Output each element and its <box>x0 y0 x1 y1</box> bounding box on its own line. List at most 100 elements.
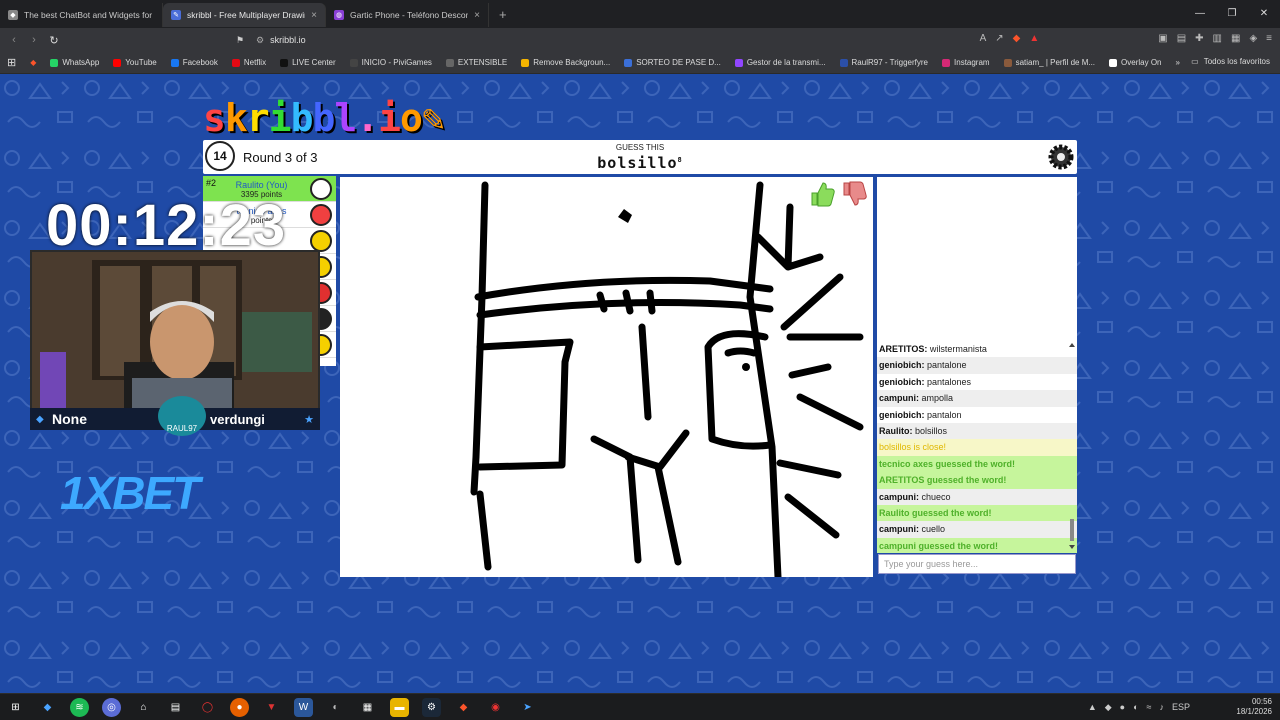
bookmark-item[interactable]: INICIO - PiviGames <box>343 58 439 67</box>
file-explorer-icon[interactable]: ▬ <box>390 698 409 717</box>
windows-start-icon[interactable]: ⊞ <box>6 698 25 717</box>
word-icon[interactable]: W <box>294 698 313 717</box>
chat-scrollbar[interactable] <box>1069 343 1075 549</box>
bookmark-item[interactable]: Remove Backgroun... <box>514 58 617 67</box>
tab-skribbl[interactable]: ✎ skribbl - Free Multiplayer Drawin × <box>163 3 326 27</box>
bookmark-label: WhatsApp <box>62 58 100 67</box>
thumbs-down-icon[interactable] <box>840 180 868 208</box>
bookmark-icon[interactable]: ⚑ <box>236 35 244 46</box>
close-window-icon[interactable]: ✕ <box>1248 0 1280 26</box>
webcam-nameplate: ◆ None RAUL97 verdungi ★ <box>30 396 320 436</box>
bookmark-item[interactable]: SORTEO DE PASE D... <box>617 58 728 67</box>
reload-icon[interactable]: ↻ <box>44 34 64 47</box>
settings-gear-icon[interactable] <box>1047 143 1075 171</box>
tray-icon[interactable]: ● <box>1120 702 1125 713</box>
close-tab-icon[interactable]: × <box>474 10 480 21</box>
guess-input[interactable]: Type your guess here... <box>878 554 1076 574</box>
chat-user: campuni: <box>879 393 920 404</box>
wallet-icon[interactable]: ▦ <box>1231 33 1240 44</box>
app-icon[interactable]: ▤ <box>166 698 185 717</box>
bookmark-item[interactable]: Overlay On <box>1102 58 1168 67</box>
rewards-icon[interactable]: ▲ <box>1029 33 1039 44</box>
tray-icon[interactable]: ◆ <box>1105 702 1112 713</box>
restore-icon[interactable]: ❐ <box>1216 0 1248 26</box>
brave-shield-icon[interactable]: ◆ <box>1013 33 1021 44</box>
nameplate-right: verdungi <box>210 411 265 427</box>
bookmark-item[interactable]: Gestor de la transmi... <box>728 58 833 67</box>
url-field[interactable]: ⚑ ⚙ skribbl.io <box>236 32 976 48</box>
bookmark-label: satiam_ | Perfil de M... <box>1015 58 1096 67</box>
bookmark-item[interactable]: YouTube <box>106 58 163 67</box>
bookmark-item[interactable]: Instagram <box>935 58 997 67</box>
firefox-icon[interactable]: ● <box>230 698 249 717</box>
volume-icon[interactable]: ♪ <box>1159 702 1164 713</box>
app-icon[interactable]: ◆ <box>38 698 57 717</box>
app-icon[interactable]: ◐ <box>326 698 345 717</box>
translate-icon[interactable]: A <box>980 33 987 44</box>
bookmark-item[interactable]: LIVE Center <box>273 58 343 67</box>
more-bookmarks-button[interactable]: » <box>1169 58 1187 67</box>
skribbl-logo: skribbl.io✎ <box>203 96 445 140</box>
tab-chatbot[interactable]: ◆ The best ChatBot and Widgets for Ki <box>0 3 163 27</box>
puzzle-icon[interactable]: ✚ <box>1195 33 1203 44</box>
app-icon[interactable]: ➤ <box>518 698 537 717</box>
site-info-icon[interactable]: ⚙ <box>256 35 264 46</box>
bookmark-label: INICIO - PiviGames <box>361 58 432 67</box>
drawing-strokes <box>470 181 864 581</box>
bookmark-favicon-icon <box>1003 58 1012 67</box>
back-icon[interactable]: ‹ <box>4 34 24 46</box>
forward-icon[interactable]: › <box>24 34 44 46</box>
bookmark-item[interactable]: Netflix <box>225 58 273 67</box>
brave-icon[interactable]: ◆ <box>23 58 43 67</box>
chat-user: campuni: <box>879 524 920 535</box>
tab-gartic[interactable]: ◍ Gartic Phone - Teléfono Descompue × <box>326 3 489 27</box>
clock-date: 18/1/2026 <box>1236 707 1272 716</box>
webcam-feed <box>30 250 320 416</box>
tab-title: skribbl - Free Multiplayer Drawin <box>187 10 306 20</box>
language-indicator[interactable]: ESP <box>1172 702 1190 713</box>
bookmark-item[interactable]: RaulR97 - Triggerfyre <box>833 58 935 67</box>
spotify-icon[interactable]: ≋ <box>70 698 89 717</box>
wifi-icon[interactable]: ≈ <box>1147 702 1152 713</box>
bookmark-item[interactable]: EXTENSIBLE <box>439 58 514 67</box>
brave-taskbar-icon[interactable]: ◆ <box>454 698 473 717</box>
chrome-icon[interactable]: ◎ <box>102 698 121 717</box>
apps-icon[interactable]: ⊞ <box>0 56 23 69</box>
bookmark-favicon-icon <box>280 58 289 67</box>
steam-icon[interactable]: ⚙ <box>422 698 441 717</box>
bookmark-favicon-icon <box>445 58 454 67</box>
all-favorites[interactable]: ▭ Todos los favoritos <box>1191 57 1270 66</box>
calculator-icon[interactable]: ▦ <box>358 698 377 717</box>
bookmark-item[interactable]: satiam_ | Perfil de M... <box>997 58 1102 67</box>
tray-icon[interactable]: ◐ <box>1133 702 1138 713</box>
close-tab-icon[interactable]: × <box>311 10 317 21</box>
clock[interactable]: 00:56 18/1/2026 <box>1236 697 1272 717</box>
share-icon[interactable]: ↗ <box>995 33 1003 44</box>
tray-icon[interactable]: ▲ <box>1088 702 1097 713</box>
vpn-icon[interactable]: ◈ <box>1249 33 1257 44</box>
bookmark-label: RaulR97 - Triggerfyre <box>851 58 929 67</box>
chat-message: campuni: ampolla <box>877 390 1077 407</box>
clock-time: 00:56 <box>1251 697 1272 706</box>
minimize-icon[interactable]: — <box>1184 0 1216 26</box>
chat-panel: ARETITOS: wilstermanista geniobich: panta… <box>877 341 1077 553</box>
drawing-canvas[interactable] <box>340 177 873 581</box>
opera-icon[interactable]: ◯ <box>198 698 217 717</box>
menu-icon[interactable]: ≡ <box>1266 33 1272 44</box>
app-icon[interactable]: ⌂ <box>134 698 153 717</box>
thumbs-up-icon[interactable] <box>808 180 836 208</box>
chat-user: Raulito: <box>879 425 913 436</box>
bookmark-item[interactable]: WhatsApp <box>43 58 106 67</box>
url-text: skribbl.io <box>270 35 306 45</box>
app-icon[interactable]: ▼ <box>262 698 281 717</box>
chat-message: ARETITOS guessed the word! <box>877 472 1077 489</box>
app-icon[interactable]: ◉ <box>486 698 505 717</box>
chat-message: campuni: cuello <box>877 521 1077 538</box>
chat-text: campuni guessed the word! <box>879 540 999 551</box>
new-tab-button[interactable]: + <box>489 7 517 22</box>
bookmark-item[interactable]: Facebook <box>164 58 225 67</box>
extension-icon[interactable]: ▣ <box>1158 33 1167 44</box>
extension-icon[interactable]: ▤ <box>1177 33 1186 44</box>
chat-user: geniobich: <box>879 409 925 420</box>
sidebar-icon[interactable]: ▥ <box>1213 33 1222 44</box>
